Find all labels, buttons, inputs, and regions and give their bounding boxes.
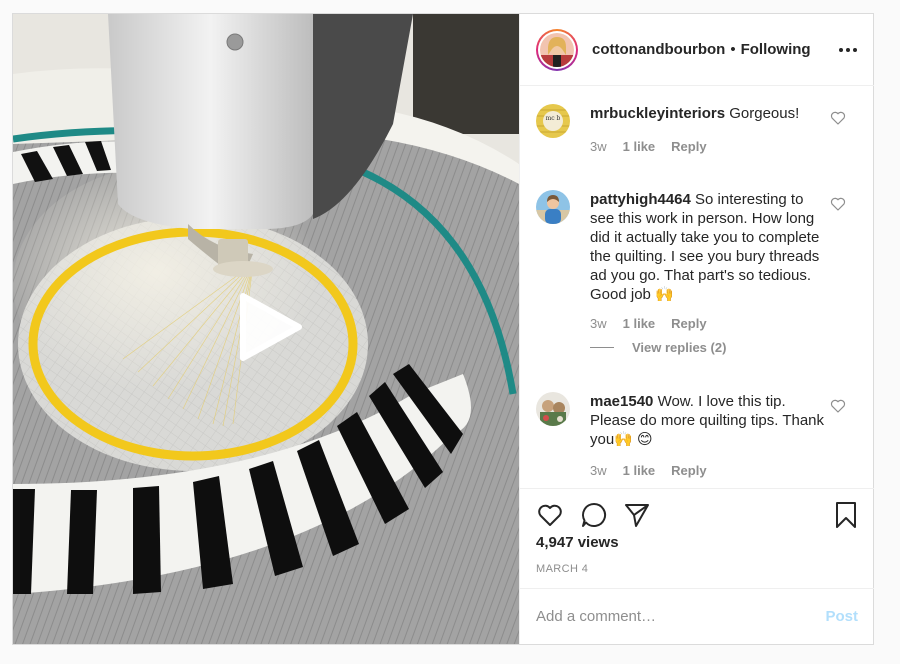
comment-text: Gorgeous! [729, 105, 800, 122]
view-replies-button[interactable]: View replies (2) [590, 340, 726, 355]
share-direct-icon[interactable] [623, 501, 651, 529]
author-username[interactable]: cottonandbourbon [592, 41, 725, 58]
comment-username[interactable]: mrbuckleyinteriors [590, 105, 725, 122]
comment-meta: 3w 1 like Reply [590, 316, 707, 331]
reply-button[interactable]: Reply [671, 463, 706, 478]
comment-age: 3w [590, 139, 607, 154]
action-bar: 4,947 views MARCH 4 [520, 488, 874, 588]
commenter-avatar[interactable]: mc b [536, 104, 570, 138]
like-heart-icon[interactable] [536, 501, 564, 529]
comment-text-block: mae1540 Wow. I love this tip. Please do … [590, 392, 830, 449]
reply-button[interactable]: Reply [671, 316, 706, 331]
mae1540-photo [536, 392, 570, 426]
view-replies-label: View replies (2) [632, 340, 727, 355]
like-comment-heart-icon[interactable] [830, 398, 846, 414]
comment-meta: 3w 1 like Reply [590, 463, 707, 478]
play-icon[interactable] [235, 292, 305, 362]
mrbuckleyinteriors-logo: mc b [536, 104, 570, 138]
video-player[interactable] [13, 14, 519, 644]
reply-button[interactable]: Reply [671, 139, 706, 154]
comment-age: 3w [590, 463, 607, 478]
comment-likes[interactable]: 1 like [623, 463, 656, 478]
comment-text-block: pattyhigh4464 So interesting to see this… [590, 190, 830, 304]
author-avatar[interactable] [536, 28, 578, 71]
author-photo [540, 32, 574, 67]
comment-bubble-icon[interactable] [580, 501, 608, 529]
comment-username[interactable]: mae1540 [590, 393, 653, 410]
comment-age: 3w [590, 316, 607, 331]
post-date[interactable]: MARCH 4 [536, 563, 588, 575]
comment-item: mae1540 Wow. I love this tip. Please do … [536, 392, 866, 482]
post-sidebar: cottonandbourbon • Following mc b mrbuck… [519, 14, 874, 644]
like-comment-heart-icon[interactable] [830, 196, 846, 212]
like-comment-heart-icon[interactable] [830, 110, 846, 126]
more-options-icon[interactable] [838, 40, 858, 60]
comments-list[interactable]: mc b mrbuckleyinteriors Gorgeous! 3w 1 l… [520, 86, 874, 488]
views-count[interactable]: 4,947 views [536, 534, 619, 551]
comment-input[interactable] [536, 608, 806, 625]
add-comment-bar: Post [520, 588, 874, 644]
svg-text:mc b: mc b [546, 115, 561, 122]
comment-text-block: mrbuckleyinteriors Gorgeous! [590, 104, 830, 123]
post-header: cottonandbourbon • Following [520, 14, 874, 86]
replies-divider-line [590, 347, 614, 348]
separator-dot: • [730, 41, 736, 58]
following-button[interactable]: Following [741, 41, 811, 58]
comment-meta: 3w 1 like Reply [590, 139, 707, 154]
post-card: cottonandbourbon • Following mc b mrbuck… [12, 13, 874, 645]
comment-item: pattyhigh4464 So interesting to see this… [536, 190, 866, 340]
commenter-avatar[interactable] [536, 190, 570, 224]
comment-username[interactable]: pattyhigh4464 [590, 191, 691, 208]
post-comment-button[interactable]: Post [825, 608, 858, 625]
commenter-avatar[interactable] [536, 392, 570, 426]
comment-item: mc b mrbuckleyinteriors Gorgeous! 3w 1 l… [536, 104, 866, 174]
comment-likes[interactable]: 1 like [623, 139, 656, 154]
save-bookmark-icon[interactable] [832, 501, 860, 529]
comment-likes[interactable]: 1 like [623, 316, 656, 331]
pattyhigh4464-photo [536, 190, 570, 224]
